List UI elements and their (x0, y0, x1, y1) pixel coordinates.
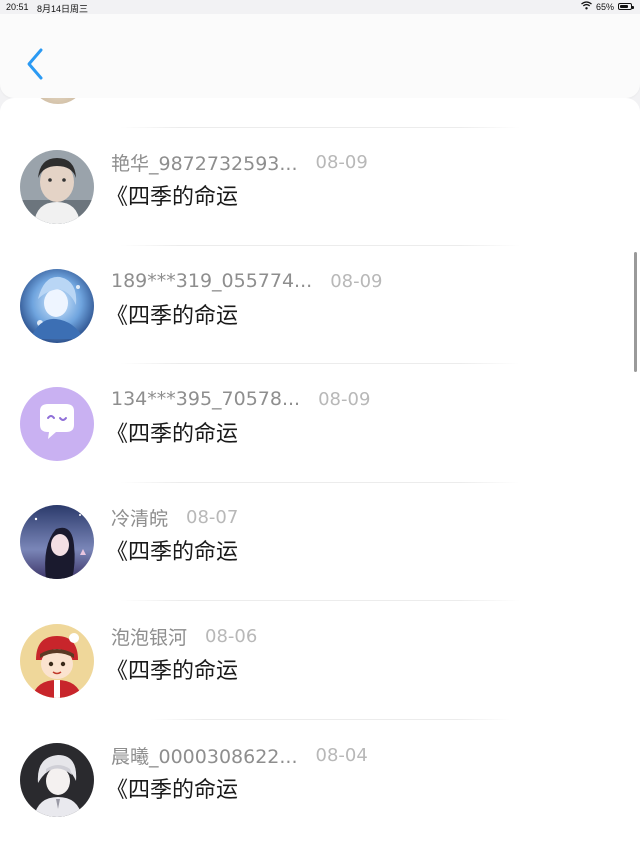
username: 189***319_055774... (111, 270, 313, 292)
divider (150, 719, 510, 720)
list-item[interactable]: 晨曦_0000308622... 08-04 《四季的命运 (0, 734, 640, 852)
chevron-left-icon (27, 48, 43, 80)
list-item[interactable]: 冷清皖 08-07 《四季的命运 (0, 496, 640, 614)
item-date: 08-06 (205, 625, 258, 647)
anime-boy-avatar-icon (20, 743, 94, 817)
item-title: 《四季的命运 (106, 304, 239, 329)
list-item[interactable]: 189***319_055774... 08-09 《四季的命运 (0, 260, 640, 378)
message-list[interactable]: 艳华_9872732593... 08-09 《四季的命运 189***319_… (0, 98, 640, 858)
item-title: 《四季的命运 (106, 422, 239, 447)
avatar (35, 98, 81, 104)
item-date: 08-04 (315, 744, 368, 766)
item-title: 《四季的命运 (106, 778, 239, 803)
item-title: 《四季的命运 (106, 659, 239, 684)
status-time: 20:51 (6, 2, 29, 12)
cartoon-kid-avatar-icon (20, 624, 94, 698)
divider (120, 127, 520, 128)
item-meta: 冷清皖 08-07 (111, 503, 238, 531)
item-title: 《四季的命运 (106, 185, 239, 210)
list-item[interactable]: 泡泡银河 08-06 《四季的命运 (0, 615, 640, 733)
item-date: 08-09 (318, 388, 371, 410)
list-item[interactable]: 134***395_70578... 08-09 《四季的命运 (0, 378, 640, 496)
item-meta: 晨曦_0000308622... 08-04 (111, 741, 368, 769)
photo-avatar-icon (20, 150, 94, 224)
divider (120, 245, 520, 246)
divider (120, 482, 520, 483)
battery-icon (618, 3, 634, 10)
wifi-icon (581, 1, 592, 12)
divider (120, 600, 520, 601)
anime-girl-avatar-icon (20, 505, 94, 579)
battery-percent: 65% (595, 1, 614, 12)
chat-bubble-avatar-icon (20, 387, 94, 461)
nav-bar (0, 14, 640, 98)
item-title: 《四季的命运 (106, 540, 239, 565)
status-bar: 20:51 8月14日周三 65% (0, 0, 640, 14)
item-meta: 泡泡银河 08-06 (111, 622, 257, 650)
scrollbar[interactable] (634, 252, 637, 372)
anime-blue-avatar-icon (20, 269, 94, 343)
back-button[interactable] (18, 44, 52, 84)
item-date: 08-07 (186, 506, 239, 528)
list-item[interactable]: 艳华_9872732593... 08-09 《四季的命运 (0, 141, 640, 259)
item-date: 08-09 (330, 270, 383, 292)
username: 134***395_70578... (111, 388, 301, 410)
username: 晨曦_0000308622... (111, 745, 298, 768)
username: 泡泡银河 (111, 626, 188, 649)
item-meta: 艳华_9872732593... 08-09 (111, 148, 368, 176)
divider (120, 363, 520, 364)
status-right: 65% (581, 1, 634, 12)
username: 艳华_9872732593... (111, 152, 298, 175)
username: 冷清皖 (111, 507, 169, 530)
item-meta: 134***395_70578... 08-09 (111, 385, 370, 413)
item-meta: 189***319_055774... 08-09 (111, 267, 383, 295)
item-date: 08-09 (315, 151, 368, 173)
